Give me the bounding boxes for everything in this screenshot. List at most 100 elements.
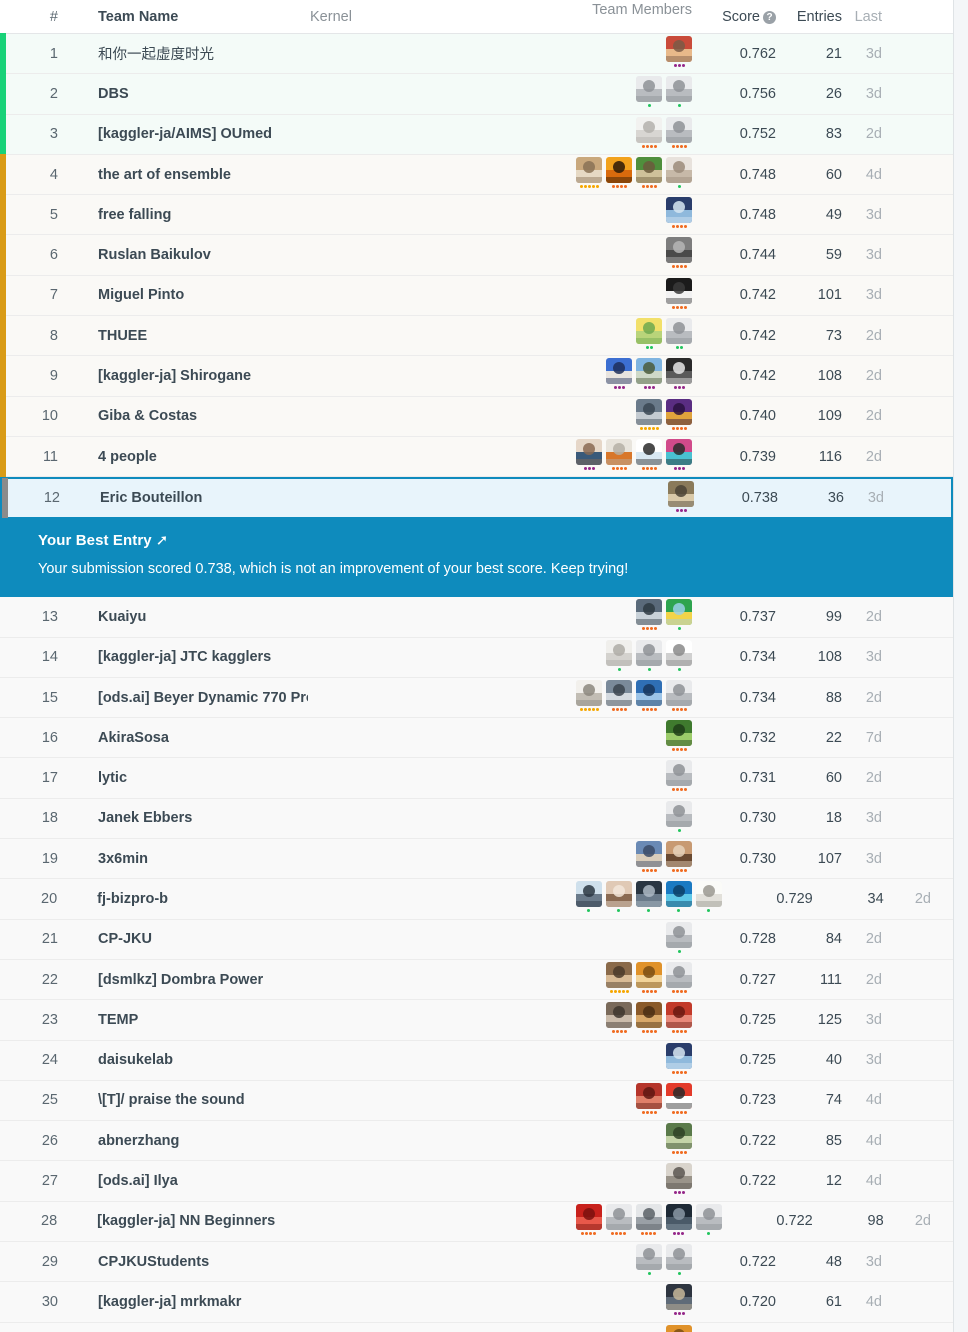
team-member[interactable] [666,76,692,108]
team-member[interactable] [606,358,632,390]
avatar[interactable] [695,881,722,908]
row-team-name[interactable]: Miguel Pinto [76,287,308,303]
avatar[interactable] [666,720,692,747]
column-header-team-name[interactable]: Team Name [76,9,308,25]
team-member[interactable] [636,1002,662,1034]
avatar[interactable] [666,36,692,62]
team-member[interactable] [666,1244,692,1276]
table-row[interactable]: 9 [kaggler-ja] Shirogane 0.742 108 2d [0,355,953,397]
table-row[interactable]: 21 CP-JKU 0.728 84 2d [0,919,953,960]
row-team-name[interactable]: TEMP [76,1012,308,1028]
avatar[interactable] [666,1324,692,1332]
row-team-name[interactable]: THUEE [76,328,308,344]
row-team-name[interactable]: [kaggler-ja] NN Beginners [75,1213,304,1229]
team-member[interactable] [666,398,692,431]
table-row[interactable]: 11 4 people 0.739 116 2d [0,435,953,478]
row-team-name[interactable]: 3x6min [76,851,308,867]
table-row[interactable]: 29 CPJKUStudents 0.722 48 3d [0,1242,953,1283]
row-team-name[interactable]: [kaggler-ja] Shirogane [76,368,308,384]
team-member[interactable] [666,318,692,350]
team-member[interactable] [695,881,722,913]
team-member[interactable] [605,881,632,913]
row-team-name[interactable]: [kaggler-ja] mrkmakr [76,1294,308,1310]
table-row[interactable]: 13 Kuaiyu 0.737 99 2d [0,597,953,638]
team-member[interactable] [666,1324,692,1332]
avatar[interactable] [666,1123,692,1150]
team-member[interactable] [666,1042,692,1075]
team-member[interactable] [636,599,662,631]
team-member[interactable] [636,318,662,350]
table-row[interactable]: 16 AkiraSosa 0.732 22 7d [0,718,953,759]
team-member[interactable] [666,438,692,471]
avatar[interactable] [666,197,692,224]
team-member[interactable] [635,881,662,913]
team-member[interactable] [666,1123,692,1155]
avatar[interactable] [576,438,602,465]
row-team-name[interactable]: Eric Bouteillon [78,490,310,506]
team-member[interactable] [636,841,662,873]
avatar[interactable] [606,358,632,385]
avatar[interactable] [576,156,602,183]
team-member[interactable] [666,961,692,994]
avatar[interactable] [636,1082,662,1109]
team-member[interactable] [606,639,632,672]
avatar[interactable] [636,1244,662,1271]
row-team-name[interactable]: [ods.ai] Beyer Dynamic 770 Pro [76,690,308,706]
column-header-kernel[interactable]: Kernel [308,9,478,25]
team-member[interactable] [606,156,632,189]
avatar[interactable] [666,800,692,827]
team-member[interactable] [666,277,692,310]
table-row[interactable]: 27 [ods.ai] Ilya 0.722 12 4d [0,1161,953,1202]
team-member[interactable] [636,639,662,672]
avatar[interactable] [695,1203,722,1230]
table-row[interactable]: 10 Giba & Costas 0.740 109 2d [0,395,953,437]
avatar[interactable] [666,961,692,988]
avatar[interactable] [636,76,662,103]
team-member[interactable] [695,1203,722,1236]
team-member[interactable] [635,1203,662,1236]
row-team-name[interactable]: CPJKUStudents [76,1254,308,1270]
avatar[interactable] [636,318,662,345]
row-team-name[interactable]: free falling [76,207,308,223]
table-row[interactable] [0,1322,953,1332]
row-team-name[interactable]: [dsmlkz] Dombra Power [76,972,308,988]
avatar[interactable] [666,921,692,948]
row-team-name[interactable]: Ruslan Baikulov [76,247,308,263]
table-row[interactable]: 24 daisukelab 0.725 40 3d [0,1040,953,1081]
avatar[interactable] [666,841,692,868]
team-member[interactable] [636,76,662,108]
row-team-name[interactable]: [ods.ai] Ilya [76,1173,308,1189]
row-team-name[interactable]: DBS [76,86,308,102]
team-member[interactable] [636,1082,662,1115]
team-member[interactable] [606,961,632,994]
team-member[interactable] [666,237,692,269]
table-row[interactable]: 7 Miguel Pinto 0.742 101 3d [0,274,953,317]
table-row[interactable]: 15 [ods.ai] Beyer Dynamic 770 Pro 0.734 88 2… [0,677,953,719]
team-member[interactable] [666,639,692,672]
avatar[interactable] [666,639,692,666]
avatar[interactable] [665,1203,692,1230]
avatar[interactable] [606,156,632,183]
avatar[interactable] [575,1203,602,1230]
team-member[interactable] [636,156,662,189]
avatar[interactable] [666,1163,692,1190]
avatar[interactable] [636,639,662,666]
avatar[interactable] [666,318,692,345]
team-member[interactable] [666,1082,692,1115]
column-header-entries[interactable]: Entries [776,9,842,25]
team-member[interactable] [665,1203,692,1236]
team-member[interactable] [668,481,694,513]
team-member[interactable] [636,398,662,431]
table-row[interactable]: 5 free falling 0.748 49 3d [0,194,953,236]
table-row[interactable]: 3 [kaggler-ja/AIMS] OUmed 0.752 83 2d [0,113,953,155]
team-member[interactable] [666,599,692,631]
team-member[interactable] [666,800,692,833]
avatar[interactable] [666,599,692,626]
team-member[interactable] [666,36,692,68]
row-team-name[interactable]: \[T]/ praise the sound [76,1092,308,1108]
avatar[interactable] [635,1203,662,1230]
table-row[interactable]: 26 abnerzhang 0.722 85 4d [0,1121,953,1162]
table-row[interactable]: 20 fj-bizpro-b 0.729 34 2d [0,879,953,920]
avatar[interactable] [636,358,662,385]
team-member[interactable] [666,116,692,149]
